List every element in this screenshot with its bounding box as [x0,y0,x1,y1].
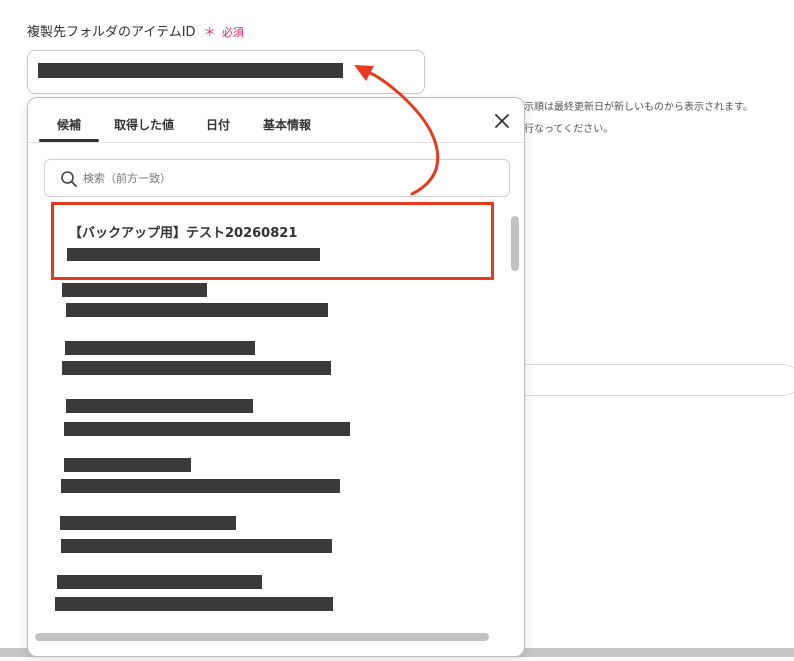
close-button[interactable] [492,111,512,131]
redacted-item-name [66,399,253,413]
list-item[interactable] [28,276,508,334]
redacted-item-id [61,479,340,493]
list-item[interactable] [28,450,508,508]
required-text: 必須 [221,26,244,39]
redacted-item-id [61,539,332,553]
redacted-item-name [62,283,207,297]
list-item-highlighted[interactable]: 【バックアップ用】テスト20260821 [28,202,508,276]
tab-date[interactable]: 日付 [206,116,230,133]
close-icon [495,114,509,128]
field-label: 複製先フォルダのアイテムID ＊ 必須 [27,21,244,40]
vertical-scrollbar[interactable] [508,208,522,628]
redacted-value [38,63,343,78]
redacted-item-id [64,422,350,436]
list-item[interactable] [28,566,508,632]
candidate-list: 【バックアップ用】テスト20260821 [28,202,508,632]
redacted-item-name [57,575,262,589]
search-box[interactable] [44,159,510,197]
redacted-item-id [67,248,320,261]
list-item-title: 【バックアップ用】テスト20260821 [69,226,298,241]
redacted-item-name [65,341,255,355]
background-note-line2: 行なってください。 [524,124,614,135]
redacted-item-name [60,516,236,530]
required-star: ＊ [203,25,216,39]
redacted-item-name [64,458,191,472]
popup-tabs: 候補 取得した値 日付 基本情報 [28,98,524,143]
search-input[interactable] [83,169,483,187]
search-icon [61,171,77,187]
horizontal-scrollbar-thumb[interactable] [35,633,489,641]
list-item[interactable] [28,392,508,450]
tab-candidates[interactable]: 候補 [57,116,81,133]
field-label-text: 複製先フォルダのアイテムID [27,25,196,40]
vertical-scrollbar-thumb[interactable] [511,216,519,271]
tab-basic-info[interactable]: 基本情報 [263,116,311,133]
active-tab-indicator [39,139,99,142]
redacted-item-id [62,361,331,375]
list-item[interactable] [28,334,508,392]
list-item[interactable] [28,508,508,566]
redacted-item-id [55,597,333,611]
background-input-field[interactable] [510,364,794,396]
item-id-input[interactable] [27,50,425,94]
candidate-popup: 候補 取得した値 日付 基本情報 【バックアップ用】テスト20260821 [27,97,525,657]
tab-retrieved-values[interactable]: 取得した値 [114,116,174,133]
background-note-line1: 示順は最終更新日が新しいものから表示されます。 [524,102,753,113]
redacted-item-id [66,303,328,317]
